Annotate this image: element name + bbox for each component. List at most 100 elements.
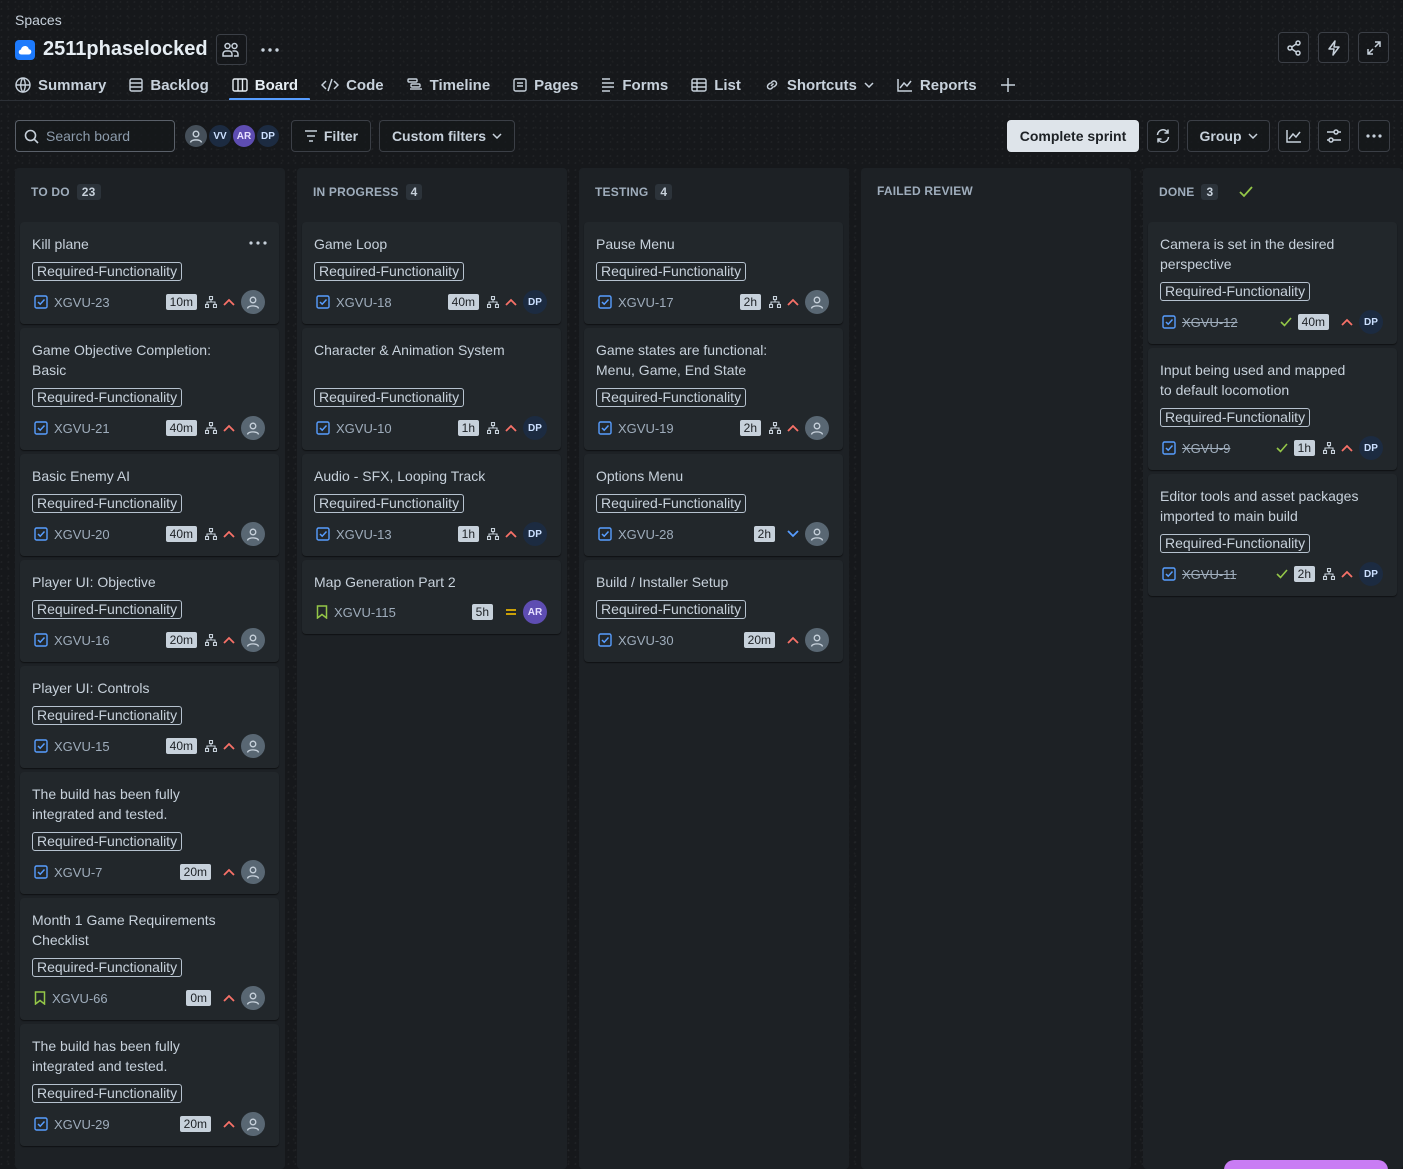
tab-pages[interactable]: Pages [513,72,590,98]
assignee-avatar[interactable]: DP [1359,310,1383,334]
assignee-avatar[interactable]: DP [523,522,547,546]
issue-label[interactable]: Required-Functionality [32,958,183,977]
issue-card[interactable]: Basic Enemy AI Required-Functionality XGVU… [20,454,279,556]
view-settings-button[interactable] [1318,120,1350,152]
tab-list[interactable]: List [691,72,753,98]
issue-label[interactable]: Required-Functionality [32,706,183,725]
issue-label[interactable]: Required-Functionality [596,600,747,619]
automation-button[interactable] [1318,32,1349,63]
share-button[interactable] [1278,32,1309,63]
issue-label[interactable]: Required-Functionality [1160,534,1311,553]
fullscreen-button[interactable] [1358,32,1389,63]
issue-key[interactable]: XGVU-13 [336,527,392,542]
unassigned-avatar[interactable] [241,628,265,652]
unassigned-avatar[interactable] [241,860,265,884]
issue-card[interactable]: The build has been fully integrated and … [20,772,279,894]
issue-label[interactable]: Required-Functionality [314,388,465,407]
issue-label[interactable]: Required-Functionality [32,1084,183,1103]
issue-label[interactable]: Required-Functionality [1160,282,1311,301]
issue-label[interactable]: Required-Functionality [32,388,183,407]
issue-label[interactable]: Required-Functionality [596,388,747,407]
issue-key[interactable]: XGVU-10 [336,421,392,436]
tab-code[interactable]: Code [321,72,396,98]
issue-label[interactable]: Required-Functionality [596,494,747,513]
complete-sprint-button[interactable]: Complete sprint [1007,120,1139,152]
issue-card[interactable]: Game Objective Completion: Basic Required… [20,328,279,450]
tab-timeline[interactable]: Timeline [406,72,503,98]
issue-card[interactable]: Player UI: Controls Required-Functionalit… [20,666,279,768]
refresh-button[interactable] [1147,120,1179,152]
card-more-button[interactable] [249,232,267,248]
unassigned-avatar[interactable] [805,290,829,314]
issue-key[interactable]: XGVU-21 [54,421,110,436]
unassigned-avatar[interactable] [241,522,265,546]
unassigned-avatar[interactable] [183,123,209,149]
assignee-avatar[interactable]: AR [523,600,547,624]
issue-key[interactable]: XGVU-15 [54,739,110,754]
issue-key[interactable]: XGVU-30 [618,633,674,648]
group-button[interactable]: Group [1187,120,1270,152]
breadcrumb-spaces[interactable]: Spaces [15,12,62,28]
unassigned-avatar[interactable] [805,416,829,440]
board-more-button[interactable] [1358,120,1390,152]
issue-label[interactable]: Required-Functionality [1160,408,1311,427]
issue-card[interactable]: Camera is set in the desired perspective… [1148,222,1397,344]
issue-label[interactable]: Required-Functionality [32,600,183,619]
custom-filters-button[interactable]: Custom filters [379,120,515,152]
issue-key[interactable]: XGVU-28 [618,527,674,542]
issue-card[interactable]: Character & Animation System Required-Fun… [302,328,561,450]
issue-label[interactable]: Required-Functionality [32,494,183,513]
issue-card[interactable]: Month 1 Game Requirements Checklist Requi… [20,898,279,1020]
issue-key[interactable]: XGVU-66 [52,991,108,1006]
unassigned-avatar[interactable] [241,416,265,440]
issue-card[interactable]: Game Loop Required-Functionality XGVU-18 40… [302,222,561,324]
avatar-vv[interactable]: VV [207,123,233,149]
issue-key[interactable]: XGVU-29 [54,1117,110,1132]
issue-key[interactable]: XGVU-7 [54,865,102,880]
avatar-ar[interactable]: AR [231,123,257,149]
unassigned-avatar[interactable] [241,734,265,758]
more-actions-button[interactable] [255,34,286,65]
issue-card[interactable]: Player UI: Objective Required-Functionali… [20,560,279,662]
assignee-avatar[interactable]: DP [523,290,547,314]
issue-label[interactable]: Required-Functionality [596,262,747,281]
issue-key[interactable]: XGVU-115 [334,605,396,620]
team-button[interactable] [215,34,247,65]
issue-key[interactable]: XGVU-16 [54,633,110,648]
unassigned-avatar[interactable] [805,628,829,652]
add-tab-button[interactable] [1000,72,1028,98]
tab-summary[interactable]: Summary [15,72,118,98]
filter-button[interactable]: Filter [291,120,371,152]
issue-card[interactable]: The build has been fully integrated and … [20,1024,279,1146]
issue-card[interactable]: Editor tools and asset packages imported… [1148,474,1397,596]
issue-card[interactable]: Input being used and mapped to default l… [1148,348,1397,470]
issue-key[interactable]: XGVU-20 [54,527,110,542]
insights-button[interactable] [1278,120,1310,152]
tab-backlog[interactable]: Backlog [129,72,220,98]
unassigned-avatar[interactable] [241,986,265,1010]
issue-key[interactable]: XGVU-11 [1182,567,1237,582]
search-input[interactable] [46,128,166,144]
issue-card[interactable]: Map Generation Part 2 XGVU-115 5h AR [302,560,561,634]
issue-card[interactable]: Kill plane Required-Functionality XGVU-23 1… [20,222,279,324]
issue-card[interactable]: Options Menu Required-Functionality XGVU-2… [584,454,843,556]
issue-card[interactable]: Audio - SFX, Looping Track Required-Funct… [302,454,561,556]
issue-card[interactable]: Build / Installer Setup Required-Function… [584,560,843,662]
tab-reports[interactable]: Reports [897,72,989,98]
unassigned-avatar[interactable] [241,290,265,314]
issue-key[interactable]: XGVU-17 [618,295,674,310]
issue-key[interactable]: XGVU-18 [336,295,392,310]
issue-key[interactable]: XGVU-12 [1182,315,1238,330]
tab-forms[interactable]: Forms [601,72,680,98]
avatar-dp[interactable]: DP [255,123,281,149]
tab-board[interactable]: Board [228,72,311,101]
issue-key[interactable]: XGVU-9 [1182,441,1230,456]
floating-action-button[interactable] [1224,1160,1388,1169]
issue-card[interactable]: Pause Menu Required-Functionality XGVU-17 2… [584,222,843,324]
assignee-avatar[interactable]: DP [1359,436,1383,460]
issue-label[interactable]: Required-Functionality [314,262,465,281]
tab-shortcuts[interactable]: Shortcuts [764,72,886,98]
unassigned-avatar[interactable] [805,522,829,546]
assignee-avatar[interactable]: DP [523,416,547,440]
assignee-avatar[interactable]: DP [1359,562,1383,586]
